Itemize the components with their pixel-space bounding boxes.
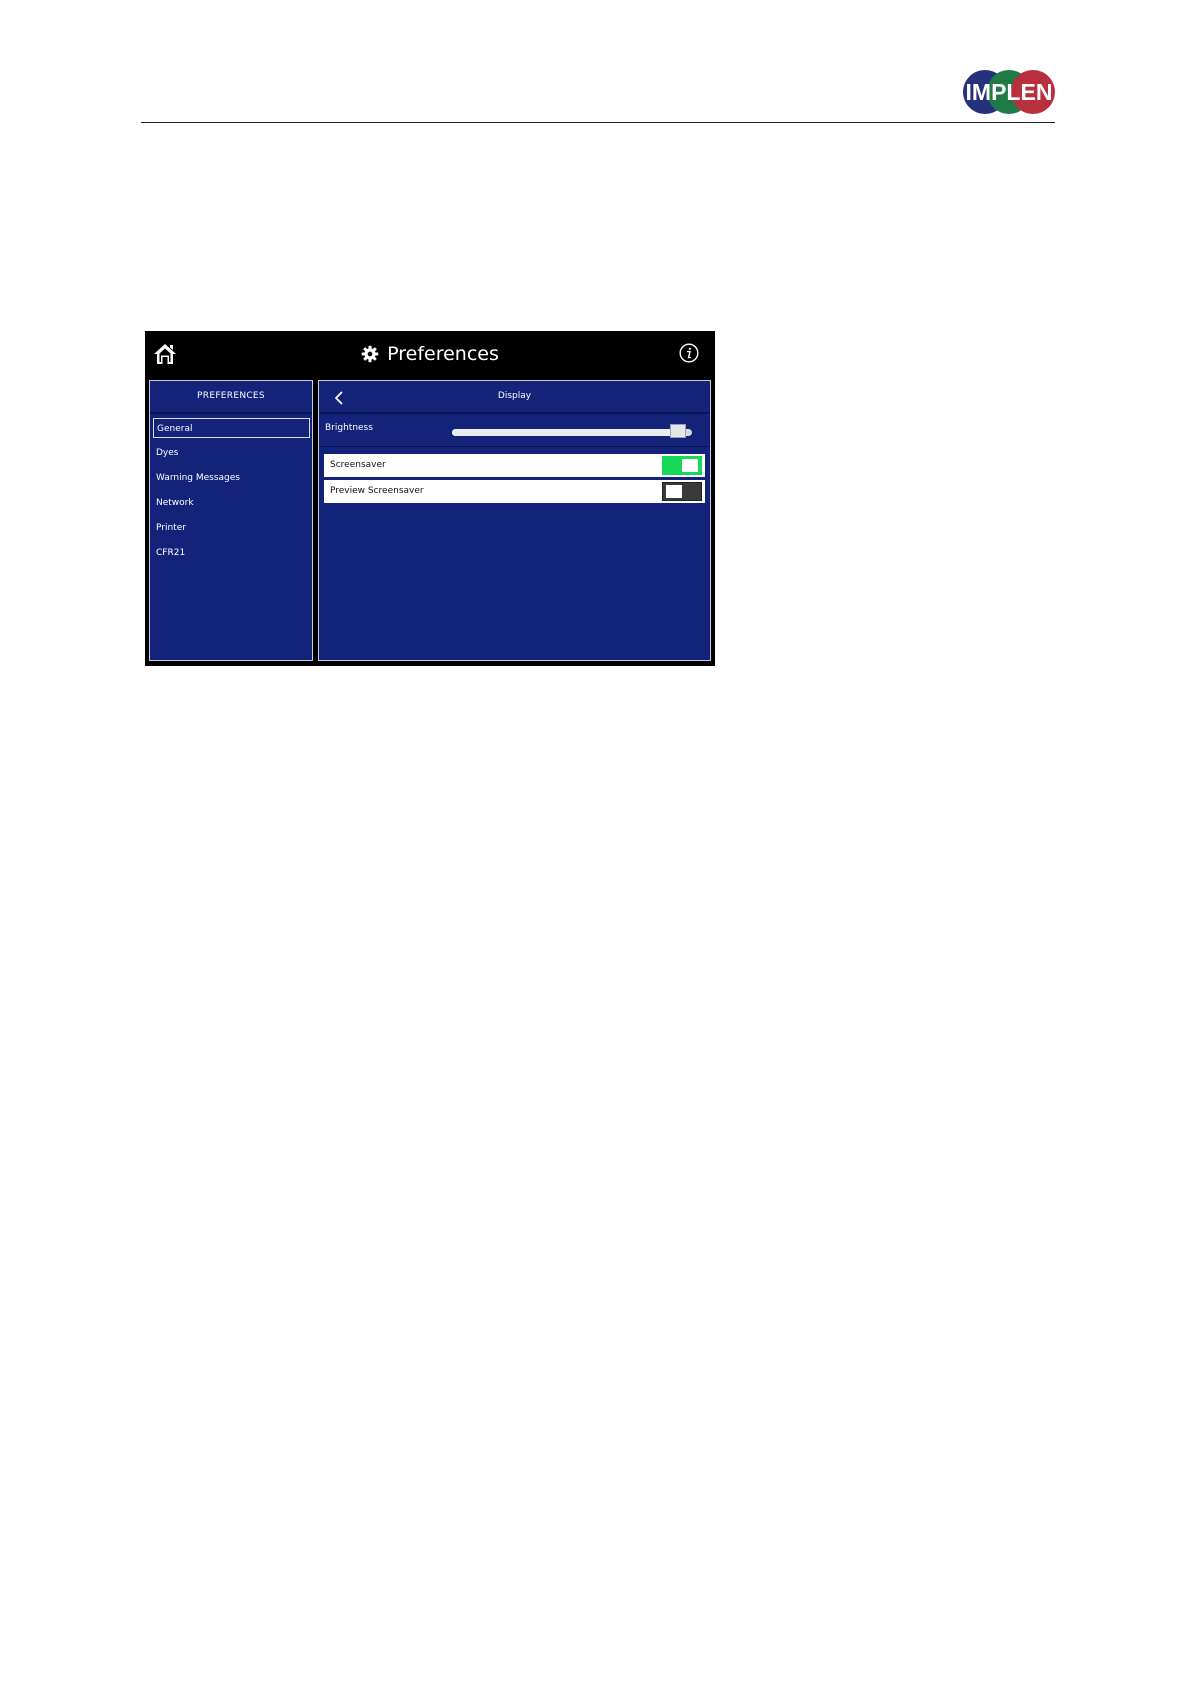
brightness-label: Brightness [325, 423, 373, 433]
brightness-slider[interactable] [452, 424, 692, 438]
screensaver-toggle[interactable] [662, 456, 702, 475]
preview-screensaver-row[interactable]: Preview Screensaver [324, 480, 705, 503]
brightness-slider-thumb[interactable] [669, 424, 686, 438]
device-screenshot: Preferences PREFERENCES General Dyes War… [145, 331, 715, 666]
sidebar-item-printer[interactable]: Printer [153, 518, 310, 538]
sidebar-heading: PREFERENCES [150, 381, 312, 414]
toggle-knob [666, 485, 682, 498]
info-icon[interactable] [679, 343, 699, 363]
implen-logo: IMPLEN [963, 70, 1055, 114]
sidebar-item-network[interactable]: Network [153, 493, 310, 513]
toggle-knob [682, 459, 698, 472]
screensaver-label: Screensaver [330, 460, 386, 470]
preview-screensaver-label: Preview Screensaver [330, 486, 424, 496]
display-panel: Display Brightness Screensaver Preview S… [318, 380, 711, 661]
title-group: Preferences [145, 331, 715, 377]
panel-title: Display [497, 391, 532, 401]
screensaver-row[interactable]: Screensaver [324, 454, 705, 477]
brightness-row: Brightness [319, 414, 710, 447]
gear-icon [361, 345, 379, 363]
sidebar-menu: General Dyes Warning Messages Network Pr… [153, 418, 310, 568]
sidebar-item-cfr21[interactable]: CFR21 [153, 543, 310, 563]
sidebar-item-general[interactable]: General [153, 418, 310, 438]
header-divider [141, 122, 1055, 123]
panel-header: Display [319, 381, 710, 414]
page-title: Preferences [387, 343, 499, 365]
preferences-sidebar: PREFERENCES General Dyes Warning Message… [149, 380, 313, 661]
top-bar: Preferences [145, 331, 715, 377]
sidebar-item-warning-messages[interactable]: Warning Messages [153, 468, 310, 488]
logo-text: IMPLEN [965, 79, 1053, 105]
brightness-slider-fill [452, 429, 678, 436]
sidebar-item-dyes[interactable]: Dyes [153, 443, 310, 463]
preview-screensaver-toggle[interactable] [662, 482, 702, 501]
